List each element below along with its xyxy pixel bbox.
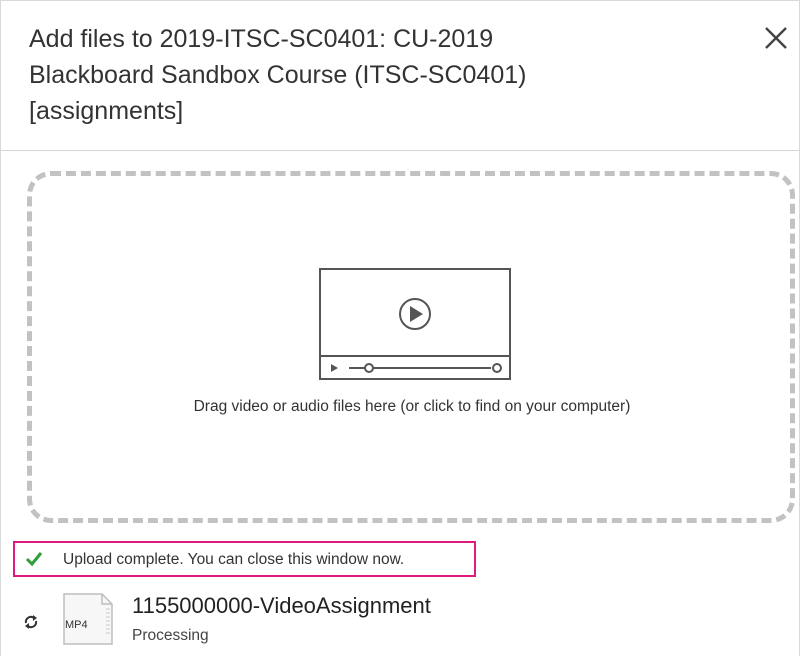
upload-status-banner: Upload complete. You can close this wind…	[13, 541, 476, 577]
dialog-header: Add files to 2019-ITSC-SC0401: CU-2019 B…	[1, 1, 799, 151]
video-player-icon	[319, 268, 511, 380]
file-type-badge: MP4	[65, 619, 88, 631]
checkmark-icon	[25, 551, 43, 567]
refresh-icon[interactable]	[23, 614, 39, 630]
upload-status-message: Upload complete. You can close this wind…	[63, 551, 405, 568]
dialog-title: Add files to 2019-ITSC-SC0401: CU-2019 B…	[29, 25, 527, 125]
add-files-dialog: Add files to 2019-ITSC-SC0401: CU-2019 B…	[0, 0, 800, 656]
file-list-item: MP4 1155000000-VideoAssignment Processin…	[1, 589, 781, 657]
file-name: 1155000000-VideoAssignment	[132, 593, 431, 618]
drop-instruction: Drag video or audio files here (or click…	[193, 398, 631, 415]
file-drop-zone[interactable]: Drag video or audio files here (or click…	[27, 171, 795, 523]
mp4-file-icon: MP4	[62, 593, 114, 645]
close-icon[interactable]	[761, 23, 791, 53]
file-processing-status: Processing	[132, 627, 209, 644]
